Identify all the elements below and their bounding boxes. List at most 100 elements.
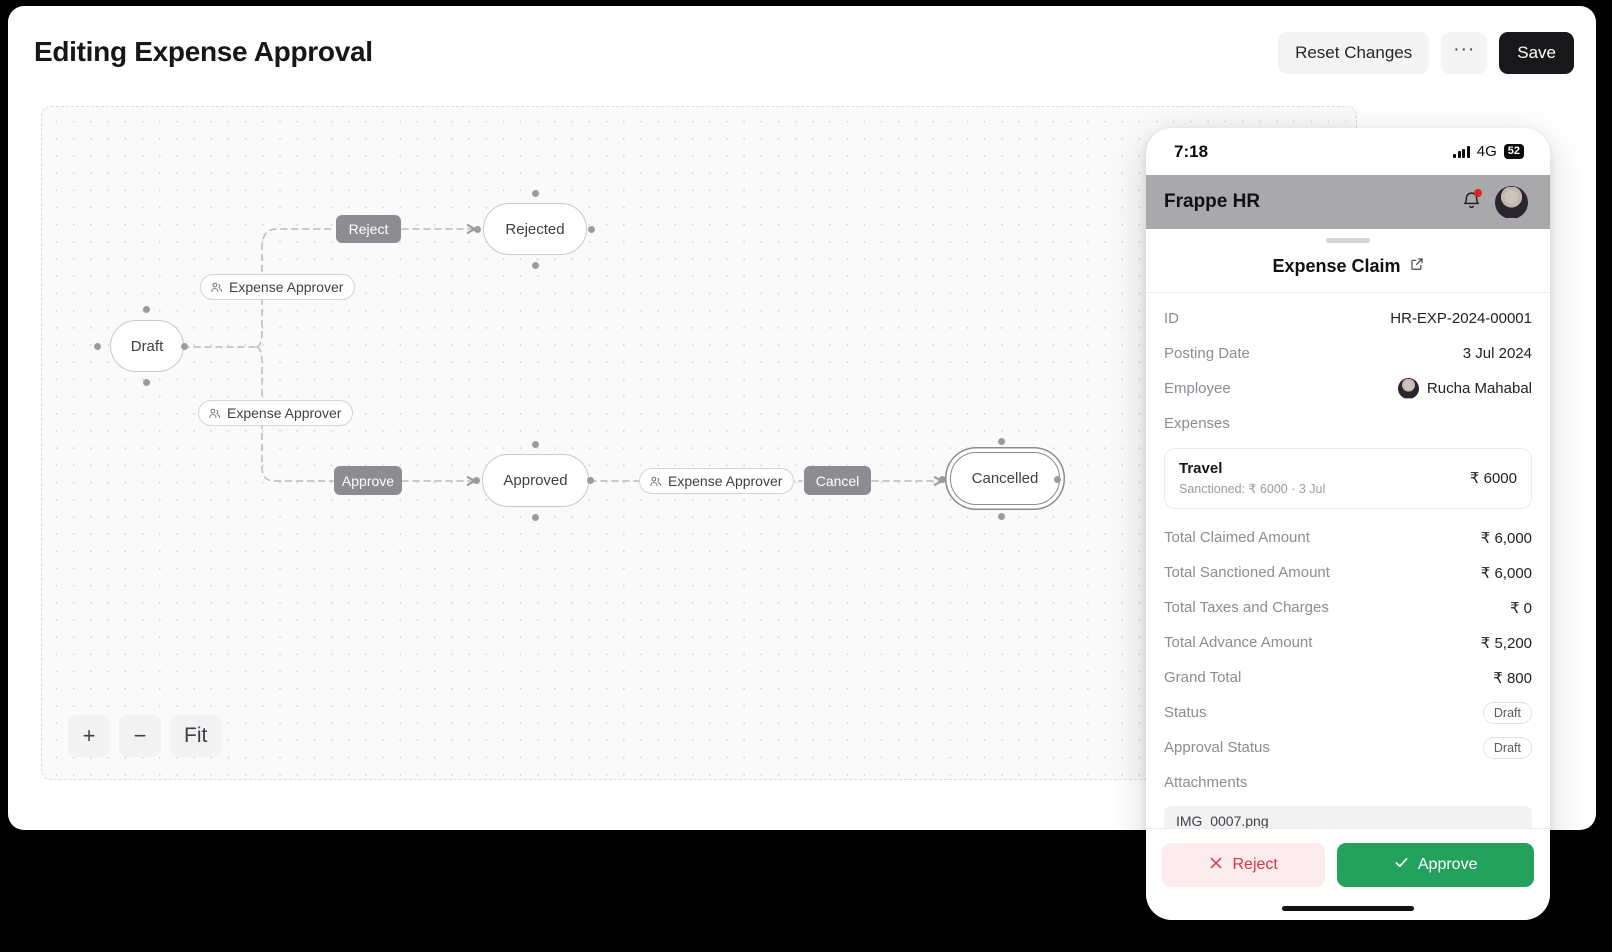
status-label: Approval Status <box>1164 739 1270 756</box>
node-port[interactable] <box>181 343 188 350</box>
screen-root: Editing Expense Approval Reset Changes ·… <box>0 0 1612 952</box>
workflow-action-label: Reject <box>348 221 389 237</box>
avatar[interactable] <box>1495 185 1528 219</box>
zoom-in-button[interactable]: + <box>68 715 110 757</box>
node-port[interactable] <box>939 476 946 483</box>
node-port[interactable] <box>587 477 594 484</box>
close-icon <box>1209 856 1223 875</box>
expense-item-amount: ₹ 6000 <box>1469 470 1517 487</box>
total-value: ₹ 0 <box>1509 599 1532 617</box>
workflow-role-expense-approver[interactable]: Expense Approver <box>200 274 356 300</box>
total-label: Total Claimed Amount <box>1164 529 1310 546</box>
phone-preview: 7:18 4G 52 Frappe HR Expense Claim ID HR… <box>1146 128 1550 920</box>
attachment-filename: IMG_0007.png <box>1176 813 1269 829</box>
phone-app-navbar: Frappe HR <box>1146 175 1550 229</box>
workflow-action-reject[interactable]: Reject <box>336 215 401 243</box>
workflow-role-expense-approver[interactable]: Expense Approver <box>639 468 795 494</box>
node-port[interactable] <box>1054 476 1061 483</box>
workflow-action-label: Approve <box>341 472 395 489</box>
status-label: Status <box>1164 704 1207 721</box>
workflow-node-label: Approved <box>503 472 568 489</box>
node-port[interactable] <box>94 343 101 350</box>
node-port[interactable] <box>532 190 539 197</box>
total-value: ₹ 6,000 <box>1480 564 1532 582</box>
action-buttons: Reject Approve <box>1162 843 1534 887</box>
field-label: Expenses <box>1164 415 1230 432</box>
reject-button[interactable]: Reject <box>1162 843 1326 887</box>
status-time: 7:18 <box>1174 141 1209 161</box>
total-value: ₹ 5,200 <box>1480 634 1532 652</box>
notification-dot <box>1474 188 1482 197</box>
workflow-role-expense-approver[interactable]: Expense Approver <box>198 400 354 426</box>
field-row: ID HR-EXP-2024-00001 <box>1164 301 1532 336</box>
workflow-action-cancel[interactable]: Cancel <box>804 466 871 495</box>
users-icon <box>208 407 221 420</box>
total-row: Total Advance Amount ₹ 5,200 <box>1164 625 1532 660</box>
workflow-role-label: Expense Approver <box>229 279 344 295</box>
node-port[interactable] <box>474 226 481 233</box>
total-value: ₹ 6,000 <box>1480 529 1532 547</box>
header-actions: Reset Changes ··· Save <box>1278 32 1574 74</box>
status-row: Status Draft <box>1164 695 1532 730</box>
approve-button-label: Approve <box>1417 856 1478 873</box>
zoom-out-button[interactable]: − <box>119 715 161 757</box>
workflow-node-label: Draft <box>130 337 164 355</box>
workflow-role-label: Expense Approver <box>668 473 783 489</box>
workflow-action-approve[interactable]: Approve <box>334 466 402 495</box>
network-label: 4G <box>1476 143 1497 160</box>
field-value: 3 Jul 2024 <box>1462 345 1532 362</box>
expense-claim-sheet: Expense Claim ID HR-EXP-2024-00001 Posti… <box>1146 238 1550 836</box>
expense-item[interactable]: Travel Sanctioned: ₹ 6000 · 3 Jul ₹ 6000 <box>1164 448 1532 509</box>
workflow-node-label: Cancelled <box>971 470 1039 487</box>
reset-changes-button[interactable]: Reset Changes <box>1278 32 1430 74</box>
total-label: Total Advance Amount <box>1164 634 1313 651</box>
reject-button-label: Reject <box>1232 856 1278 873</box>
field-value-employee: Rucha Mahabal <box>1397 378 1532 399</box>
attachments-section-label: Attachments <box>1164 765 1532 800</box>
node-port[interactable] <box>473 477 480 484</box>
claim-fields: ID HR-EXP-2024-00001 Posting Date 3 Jul … <box>1146 293 1550 441</box>
zoom-fit-button[interactable]: Fit <box>170 715 222 757</box>
expense-item-subtitle: Sanctioned: ₹ 6000 · 3 Jul <box>1179 482 1326 496</box>
node-port[interactable] <box>532 441 539 448</box>
external-link-icon[interactable] <box>1410 257 1424 276</box>
node-port[interactable] <box>532 514 539 521</box>
total-label: Total Taxes and Charges <box>1164 599 1329 616</box>
total-row: Total Taxes and Charges ₹ 0 <box>1164 590 1532 625</box>
node-port[interactable] <box>143 306 150 313</box>
notifications-button[interactable] <box>1462 188 1482 215</box>
canvas-zoom-controls: + − Fit <box>68 715 222 757</box>
users-icon <box>649 475 662 488</box>
workflow-node-draft[interactable]: Draft <box>110 320 184 372</box>
node-port[interactable] <box>998 513 1005 520</box>
more-options-button[interactable]: ··· <box>1441 32 1488 74</box>
status-row: Approval Status Draft <box>1164 730 1532 765</box>
workflow-role-label: Expense Approver <box>227 405 342 421</box>
save-button[interactable]: Save <box>1499 32 1574 74</box>
total-row: Grand Total ₹ 800 <box>1164 660 1532 695</box>
app-header: Editing Expense Approval Reset Changes ·… <box>8 6 1596 98</box>
field-label: Employee <box>1164 380 1231 397</box>
field-label: ID <box>1164 310 1179 327</box>
total-label: Grand Total <box>1164 669 1242 686</box>
workflow-action-label: Cancel <box>815 472 860 489</box>
approve-button[interactable]: Approve <box>1337 843 1534 887</box>
node-port[interactable] <box>588 226 595 233</box>
workflow-node-approved[interactable]: Approved <box>482 454 589 507</box>
total-row: Total Claimed Amount ₹ 6,000 <box>1164 520 1532 555</box>
home-indicator <box>1282 906 1414 911</box>
employee-name: Rucha Mahabal <box>1426 380 1532 397</box>
workflow-node-cancelled[interactable]: Cancelled <box>950 452 1060 505</box>
battery-icon: 52 <box>1503 144 1524 159</box>
node-port[interactable] <box>998 438 1005 445</box>
node-port[interactable] <box>532 262 539 269</box>
page-title: Editing Expense Approval <box>34 36 373 67</box>
app-name-label: Frappe HR <box>1164 191 1261 212</box>
total-label: Total Sanctioned Amount <box>1164 564 1330 581</box>
field-label: Attachments <box>1164 774 1248 791</box>
node-port[interactable] <box>143 379 150 386</box>
phone-footer-actions: Reject Approve <box>1146 828 1550 920</box>
approval-status-badge: Draft <box>1482 736 1532 759</box>
expenses-section-label: Expenses <box>1164 406 1532 441</box>
workflow-node-rejected[interactable]: Rejected <box>483 203 587 255</box>
